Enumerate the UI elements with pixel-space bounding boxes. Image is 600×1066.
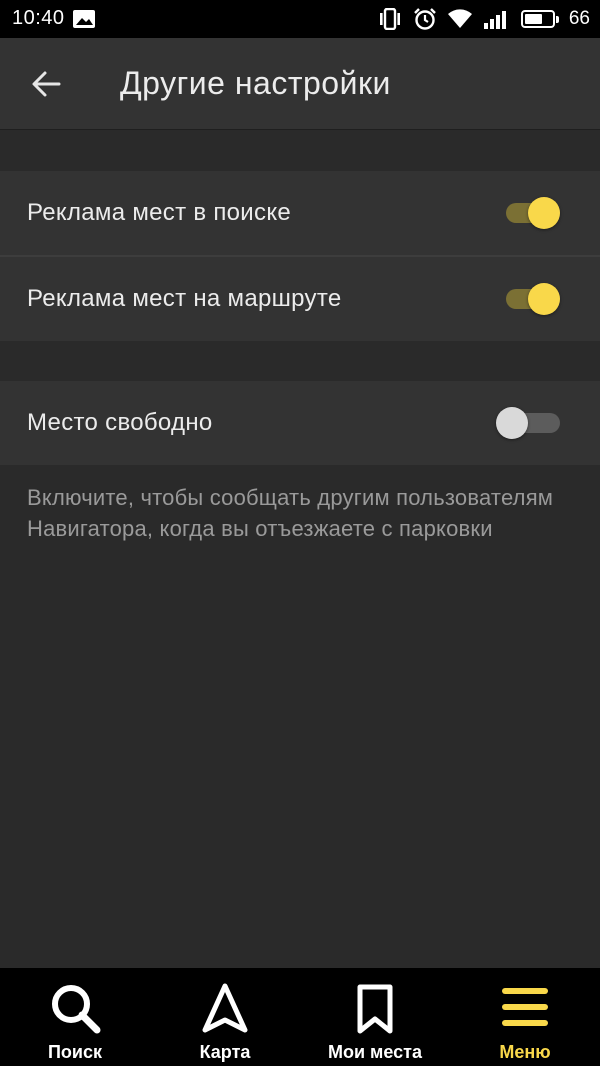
page-title: Другие настройки	[120, 65, 391, 101]
battery-fill	[524, 14, 542, 24]
back-button[interactable]	[18, 60, 74, 108]
setting-label: Место свободно	[27, 409, 213, 436]
bottom-navigation: Поиск Карта Мои места Меню	[0, 968, 600, 1066]
signal-icon	[483, 11, 506, 29]
vibrate-icon	[379, 8, 400, 30]
ads-route-toggle[interactable]	[506, 283, 560, 315]
setting-row-ads-route[interactable]: Реклама мест на маршруте	[0, 255, 600, 341]
nav-item-map[interactable]: Карта	[150, 968, 300, 1066]
parking-hint-text: Включите, чтобы сообщать другим пользова…	[27, 485, 554, 541]
parking-free-toggle[interactable]	[496, 407, 560, 439]
arrow-back-icon	[32, 71, 61, 97]
toggle-knob	[496, 407, 528, 439]
status-icons: 66	[377, 6, 590, 32]
toggle-knob	[528, 283, 560, 315]
nav-label: Мои места	[328, 1042, 422, 1062]
nav-item-menu[interactable]: Меню	[450, 968, 600, 1066]
parking-settings-group: Место свободно	[0, 381, 600, 465]
battery-icon	[520, 10, 559, 28]
settings-screen: Другие настройки Реклама мест в поиске Р…	[0, 38, 600, 968]
setting-row-parking-free[interactable]: Место свободно	[0, 381, 600, 465]
status-time: 10:40	[12, 7, 65, 29]
setting-row-ads-search[interactable]: Реклама мест в поиске	[0, 171, 600, 255]
toggle-knob	[528, 197, 560, 229]
setting-label: Реклама мест на маршруте	[27, 285, 342, 312]
menu-icon	[502, 988, 548, 1026]
image-notification-icon	[73, 10, 95, 28]
navigation-arrow-icon	[202, 983, 248, 1033]
setting-label: Реклама мест в поиске	[27, 199, 292, 226]
ads-settings-group: Реклама мест в поиске Реклама мест на ма…	[0, 171, 600, 341]
battery-percent: 66	[568, 8, 590, 29]
bookmark-icon	[357, 984, 393, 1034]
nav-label: Меню	[499, 1042, 551, 1062]
app-bar: Другие настройки	[0, 38, 600, 129]
nav-item-search[interactable]: Поиск	[0, 968, 150, 1066]
ads-search-toggle[interactable]	[506, 197, 560, 229]
wifi-icon	[447, 9, 472, 28]
search-icon	[52, 985, 101, 1034]
status-bar: 10:40 66	[0, 0, 600, 38]
alarm-icon	[414, 8, 436, 30]
nav-label: Карта	[199, 1042, 251, 1062]
nav-label: Поиск	[47, 1042, 103, 1062]
nav-item-my-places[interactable]: Мои места	[300, 968, 450, 1066]
